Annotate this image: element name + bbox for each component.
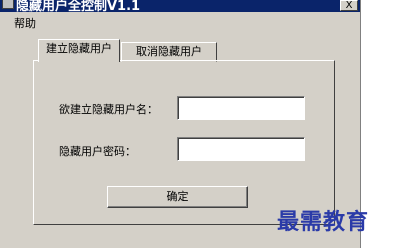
menu-bar: 帮助 xyxy=(0,12,360,30)
confirm-button[interactable]: 确定 xyxy=(107,186,248,208)
tab-create-hidden-user[interactable]: 建立隐藏用户 xyxy=(38,39,120,62)
app-icon xyxy=(2,0,14,9)
tab-cancel-hidden-user[interactable]: 取消隐藏用户 xyxy=(121,42,217,62)
window-title: 隐藏用户全控制V1.1 xyxy=(16,0,141,12)
title-bar[interactable]: 隐藏用户全控制V1.1 X xyxy=(0,0,360,12)
password-field[interactable] xyxy=(177,137,305,161)
password-label: 隐藏用户密码： xyxy=(59,145,136,158)
username-label: 欲建立隐藏用户名： xyxy=(59,103,158,116)
close-button[interactable]: X xyxy=(340,0,358,11)
menu-help[interactable]: 帮助 xyxy=(14,15,36,31)
username-field[interactable] xyxy=(177,96,305,120)
watermark-text: 最需教育 xyxy=(277,209,370,235)
